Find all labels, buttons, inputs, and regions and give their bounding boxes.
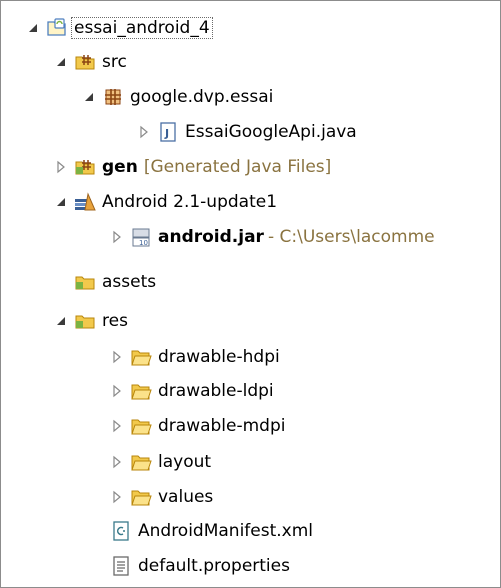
text-file-icon <box>110 555 132 577</box>
java-file-label: EssaiGoogleApi.java <box>185 122 357 142</box>
source-folder-icon <box>74 51 96 73</box>
expanded-arrow-icon[interactable] <box>54 314 68 328</box>
collapsed-arrow-icon[interactable] <box>137 125 151 139</box>
tree-item-manifest[interactable]: AndroidManifest.xml <box>110 516 313 546</box>
library-icon <box>74 191 96 213</box>
tree-item-android-library[interactable]: Android 2.1-update1 <box>54 187 277 217</box>
collapsed-arrow-icon[interactable] <box>110 419 124 433</box>
jar-icon: 10 <box>130 226 152 248</box>
project-label: essai_android_4 <box>71 17 213 39</box>
android-project-icon <box>46 17 68 39</box>
gen-label: gen <box>102 157 138 177</box>
tree-item-project[interactable]: essai_android_4 <box>26 13 213 43</box>
tree-item-values[interactable]: values <box>110 482 213 512</box>
package-icon <box>102 86 124 108</box>
android-jar-label: android.jar <box>158 227 264 247</box>
tree-item-drawable-mdpi[interactable]: drawable-mdpi <box>110 411 286 441</box>
expanded-arrow-icon[interactable] <box>54 195 68 209</box>
tree-item-res[interactable]: res <box>54 306 128 336</box>
folder-icon <box>130 451 152 473</box>
folder-icon <box>130 346 152 368</box>
collapsed-arrow-icon[interactable] <box>110 455 124 469</box>
folder-icon <box>74 310 96 332</box>
package-explorer-tree: essai_android_4 src google.dvp.essai J E… <box>0 0 501 588</box>
svg-text:10: 10 <box>139 239 148 247</box>
tree-item-gen[interactable]: gen [Generated Java Files] <box>54 152 331 182</box>
generated-source-folder-icon <box>74 156 96 178</box>
folder-icon <box>74 271 96 293</box>
properties-label: default.properties <box>138 556 290 576</box>
tree-item-layout[interactable]: layout <box>110 447 211 477</box>
android-library-label: Android 2.1-update1 <box>102 192 278 212</box>
tree-item-assets[interactable]: assets <box>74 267 156 297</box>
xml-file-icon <box>110 520 132 542</box>
expanded-arrow-icon[interactable] <box>54 55 68 69</box>
layout-label: layout <box>158 452 212 472</box>
svg-text:J: J <box>164 127 169 140</box>
package-label: google.dvp.essai <box>130 87 274 107</box>
drawable-hdpi-label: drawable-hdpi <box>158 347 280 367</box>
folder-icon <box>130 415 152 437</box>
collapsed-arrow-icon[interactable] <box>110 230 124 244</box>
android-jar-path: - C:\Users\lacomme <box>267 227 435 247</box>
tree-item-android-jar[interactable]: 10 android.jar - C:\Users\lacomme <box>110 222 435 252</box>
expanded-arrow-icon[interactable] <box>26 21 40 35</box>
tree-item-src[interactable]: src <box>54 47 127 77</box>
tree-item-package[interactable]: google.dvp.essai <box>82 82 273 112</box>
tree-item-java-file[interactable]: J EssaiGoogleApi.java <box>137 117 357 147</box>
java-file-icon: J <box>157 121 179 143</box>
collapsed-arrow-icon[interactable] <box>54 160 68 174</box>
folder-icon <box>130 486 152 508</box>
values-label: values <box>158 487 214 507</box>
folder-icon <box>130 380 152 402</box>
drawable-ldpi-label: drawable-ldpi <box>158 381 274 401</box>
res-label: res <box>102 311 128 331</box>
src-label: src <box>102 52 127 72</box>
manifest-label: AndroidManifest.xml <box>138 521 314 541</box>
drawable-mdpi-label: drawable-mdpi <box>158 416 286 436</box>
expanded-arrow-icon[interactable] <box>82 90 96 104</box>
collapsed-arrow-icon[interactable] <box>110 350 124 364</box>
collapsed-arrow-icon[interactable] <box>110 490 124 504</box>
tree-item-drawable-hdpi[interactable]: drawable-hdpi <box>110 342 280 372</box>
tree-item-properties[interactable]: default.properties <box>110 551 290 581</box>
gen-decoration: [Generated Java Files] <box>143 157 332 177</box>
tree-item-drawable-ldpi[interactable]: drawable-ldpi <box>110 376 274 406</box>
collapsed-arrow-icon[interactable] <box>110 384 124 398</box>
assets-label: assets <box>102 272 157 292</box>
